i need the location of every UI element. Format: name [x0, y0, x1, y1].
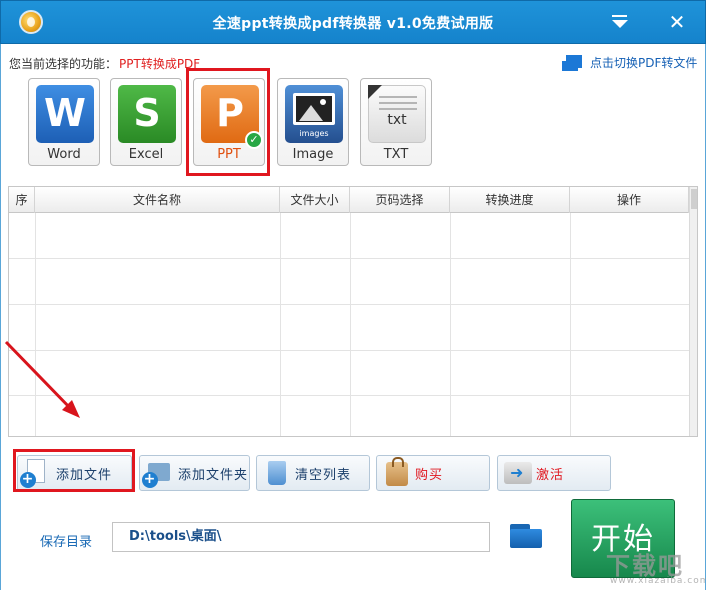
column-header-index: 序: [9, 187, 35, 213]
add-file-highlight-box: [13, 449, 135, 492]
save-directory-label: 保存目录: [40, 535, 93, 550]
format-tile-label: TXT: [383, 147, 409, 162]
annotation-arrow: [4, 340, 80, 418]
trash-icon: [263, 459, 289, 487]
image-icon: images: [285, 85, 343, 143]
txt-icon: txt: [368, 85, 426, 143]
clear-list-button[interactable]: 清空列表: [256, 455, 370, 491]
format-tile-image[interactable]: images Image: [277, 78, 349, 166]
word-icon: W: [36, 85, 94, 143]
buy-button[interactable]: 购买: [376, 455, 490, 491]
add-folder-button[interactable]: + 添加文件夹: [139, 455, 250, 491]
current-function-label: 您当前选择的功能：: [9, 57, 118, 71]
column-header-filesize: 文件大小: [280, 187, 350, 213]
activate-button[interactable]: 激活: [497, 455, 611, 491]
column-header-page-select: 页码选择: [350, 187, 450, 213]
browse-folder-icon[interactable]: [510, 524, 542, 548]
watermark: 下载吧 www.xiazaiba.com: [606, 552, 706, 586]
format-tile-txt[interactable]: txt TXT: [360, 78, 432, 166]
shopping-bag-icon: [383, 457, 409, 487]
save-directory-field[interactable]: D:\tools\桌面\: [112, 522, 490, 552]
close-icon[interactable]: ✕: [665, 11, 689, 33]
column-header-actions: 操作: [570, 187, 689, 213]
excel-icon: S: [118, 85, 176, 143]
activate-label: 激活: [536, 467, 565, 483]
switch-arrows-icon: [562, 54, 584, 71]
title-bar: 全速ppt转换成pdf转换器 v1.0免费试用版 ✕: [0, 0, 706, 44]
format-tile-label: Image: [292, 147, 334, 162]
file-table[interactable]: 序 文件名称 文件大小 页码选择 转换进度 操作: [8, 186, 698, 437]
format-tile-word[interactable]: W Word: [28, 78, 100, 166]
current-function: 您当前选择的功能： PPT转换成PDF: [9, 55, 200, 72]
menu-dropdown-icon[interactable]: [608, 11, 632, 33]
window-title: 全速ppt转换成pdf转换器 v1.0免费试用版: [212, 16, 494, 32]
column-header-filename: 文件名称: [35, 187, 280, 213]
buy-label: 购买: [415, 467, 444, 483]
format-tile-label: Word: [47, 147, 81, 162]
format-tile-excel[interactable]: S Excel: [110, 78, 182, 166]
add-folder-label: 添加文件夹: [178, 467, 249, 483]
column-header-progress: 转换进度: [450, 187, 570, 213]
table-header: 序 文件名称 文件大小 页码选择 转换进度 操作: [9, 187, 689, 213]
selected-highlight-box: [186, 68, 270, 176]
clear-list-label: 清空列表: [295, 467, 352, 483]
switch-mode-link[interactable]: 点击切换PDF转文件: [562, 54, 698, 71]
switch-mode-label: 点击切换PDF转文件: [590, 56, 698, 70]
format-tile-label: Excel: [128, 147, 164, 162]
table-scrollbar[interactable]: [689, 187, 697, 436]
add-folder-icon: +: [142, 459, 172, 488]
activate-key-icon: [504, 459, 532, 487]
